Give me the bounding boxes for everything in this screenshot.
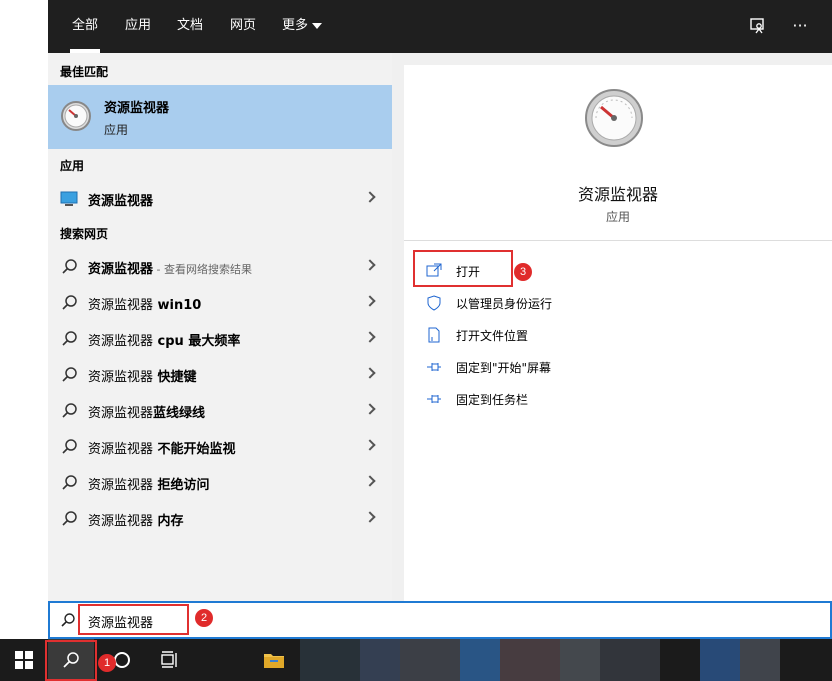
chevron-right-icon[interactable] <box>364 259 376 271</box>
best-match-subtitle: 应用 <box>104 123 129 137</box>
tab-more[interactable]: 更多 <box>282 17 323 35</box>
action-pin-to-start-label: 固定到"开始"屏幕 <box>456 361 552 375</box>
web-result-item[interactable]: 资源监视器 内存 <box>48 501 392 537</box>
detail-pane: 资源监视器 应用 打开 以管理员身份运行 打开文件位置 固定到"开始"屏幕 固定… <box>392 53 832 601</box>
gauge-icon <box>61 101 91 131</box>
search-icon <box>62 295 77 310</box>
best-match-label: 最佳匹配 <box>60 65 109 79</box>
pin-icon <box>426 391 444 407</box>
web-suffix: win10 <box>153 298 202 313</box>
web-suffix: 蓝线绿线 <box>153 406 206 421</box>
ellipsis-icon[interactable]: ··· <box>788 14 812 38</box>
search-icon <box>62 259 77 274</box>
web-query: 资源监视器 <box>88 478 154 493</box>
search-scope-bar: 全部 应用 文档 网页 更多 ··· <box>48 0 832 53</box>
search-icon <box>61 613 75 627</box>
annotation-box-3 <box>413 250 513 287</box>
gauge-icon <box>585 89 643 147</box>
taskbar-app-blurred[interactable] <box>740 639 780 681</box>
taskbar-app-blurred[interactable] <box>560 639 600 681</box>
taskbar-app-blurred[interactable] <box>700 639 740 681</box>
web-suffix: 不能开始监视 <box>153 442 236 457</box>
search-icon <box>62 367 77 382</box>
chevron-right-icon[interactable] <box>364 439 376 451</box>
best-match-item[interactable]: 资源监视器 应用 <box>48 85 392 149</box>
web-query: 资源监视器 <box>88 514 154 529</box>
taskbar-app-blurred[interactable] <box>460 639 500 681</box>
detail-title: 资源监视器 <box>577 185 658 204</box>
windows-start-icon[interactable] <box>10 639 38 681</box>
taskbar-app-blurred[interactable] <box>500 639 560 681</box>
file-explorer-icon[interactable] <box>260 639 288 681</box>
action-run-as-admin-label: 以管理员身份运行 <box>456 297 553 311</box>
annotation-badge-2: 2 <box>195 609 213 627</box>
web-query: 资源监视器 <box>88 406 154 421</box>
tab-documents[interactable]: 文档 <box>177 17 203 35</box>
web-suffix: 内存 <box>153 514 184 529</box>
web-query: 资源监视器 <box>88 334 154 349</box>
action-open-file-location-label: 打开文件位置 <box>456 329 529 343</box>
detail-subtitle: 应用 <box>605 210 630 224</box>
web-suffix: 快捷键 <box>153 370 197 385</box>
chevron-right-icon[interactable] <box>364 191 376 203</box>
web-section-label: 搜索网页 <box>60 227 109 241</box>
web-query: 资源监视器 <box>88 262 154 277</box>
search-icon <box>62 439 77 454</box>
web-result-item[interactable]: 资源监视器 cpu 最大频率 <box>48 321 392 357</box>
app-result-title: 资源监视器 <box>88 194 154 209</box>
windows-search-panel: 全部 应用 文档 网页 更多 ··· 最佳匹配 资源监视器 应用 应用 资源监视… <box>0 0 832 681</box>
chevron-down-icon <box>312 22 323 29</box>
taskbar-app-blurred[interactable] <box>300 639 360 681</box>
taskbar-app-blurred[interactable] <box>400 639 460 681</box>
annotation-box-1 <box>45 640 97 681</box>
web-result-item[interactable]: 资源监视器 - 查看网络搜索结果 <box>48 249 392 285</box>
search-icon <box>62 475 77 490</box>
best-match-title: 资源监视器 <box>104 101 170 116</box>
feedback-icon[interactable] <box>746 14 770 38</box>
web-result-item[interactable]: 资源监视器 拒绝访问 <box>48 465 392 501</box>
chevron-right-icon[interactable] <box>364 367 376 379</box>
annotation-box-2 <box>78 604 189 635</box>
shield-icon <box>426 295 444 311</box>
monitor-icon <box>60 191 78 206</box>
taskbar <box>0 639 832 681</box>
tab-web[interactable]: 网页 <box>230 17 256 35</box>
search-icon <box>62 331 77 346</box>
app-result-item[interactable]: 资源监视器 <box>48 181 392 217</box>
task-view-icon[interactable] <box>156 639 184 681</box>
annotation-badge-1: 1 <box>98 654 116 672</box>
apps-section-label: 应用 <box>60 159 85 173</box>
chevron-right-icon[interactable] <box>364 475 376 487</box>
web-result-item[interactable]: 资源监视器 win10 <box>48 285 392 321</box>
file-location-icon <box>426 327 444 343</box>
tab-all[interactable]: 全部 <box>69 17 101 53</box>
web-result-item[interactable]: 资源监视器 快捷键 <box>48 357 392 393</box>
web-query: 资源监视器 <box>88 298 154 313</box>
pin-icon <box>426 359 444 375</box>
search-icon <box>62 511 77 526</box>
chevron-right-icon[interactable] <box>364 295 376 307</box>
taskbar-app-blurred[interactable] <box>360 639 400 681</box>
divider <box>404 240 832 241</box>
search-icon <box>62 403 77 418</box>
chevron-right-icon[interactable] <box>364 403 376 415</box>
tab-apps[interactable]: 应用 <box>125 17 151 35</box>
web-suffix: cpu 最大频率 <box>153 334 241 349</box>
web-query: 资源监视器 <box>88 442 154 457</box>
web-result-item[interactable]: 资源监视器 不能开始监视 <box>48 429 392 465</box>
desktop-edge <box>0 0 48 600</box>
chevron-right-icon[interactable] <box>364 511 376 523</box>
web-hint: - 查看网络搜索结果 <box>153 263 252 276</box>
action-pin-to-taskbar-label: 固定到任务栏 <box>456 393 529 407</box>
web-suffix: 拒绝访问 <box>153 478 210 493</box>
results-list: 最佳匹配 资源监视器 应用 应用 资源监视器 搜索网页 资源监视器 - 查看网络… <box>48 53 392 601</box>
annotation-badge-3: 3 <box>514 263 532 281</box>
web-query: 资源监视器 <box>88 370 154 385</box>
taskbar-app-blurred[interactable] <box>600 639 660 681</box>
web-result-item[interactable]: 资源监视器蓝线绿线 <box>48 393 392 429</box>
detail-card: 资源监视器 应用 打开 以管理员身份运行 打开文件位置 固定到"开始"屏幕 固定… <box>404 65 832 601</box>
chevron-right-icon[interactable] <box>364 331 376 343</box>
tab-more-label: 更多 <box>282 18 309 33</box>
